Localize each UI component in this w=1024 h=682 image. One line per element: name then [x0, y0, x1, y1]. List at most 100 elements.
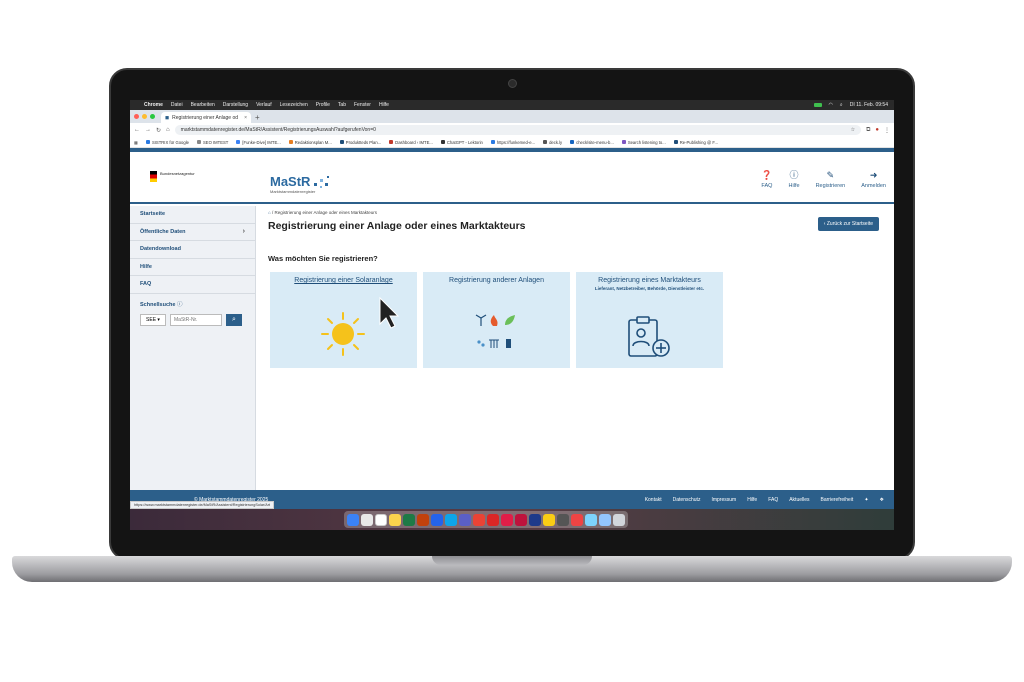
menubar-app[interactable]: Chrome: [144, 102, 163, 108]
launchpad-icon[interactable]: [361, 513, 373, 526]
bookmark-item[interactable]: ChatGPT - Lektorin: [440, 140, 483, 145]
extensions-icon[interactable]: ⧉: [866, 127, 870, 134]
footer-link[interactable]: Aktuelles: [789, 497, 809, 503]
new-tab-icon[interactable]: +: [255, 112, 260, 123]
edit-icon: ✎: [826, 170, 835, 180]
bookmark-item[interactable]: Dashboard ‹ IMTE...: [389, 140, 433, 145]
apps-icon[interactable]: ▦: [134, 140, 138, 145]
url-bar[interactable]: marktstammdatenregister.de/MaStR/Assiste…: [174, 125, 862, 135]
star-icon[interactable]: ☆: [851, 127, 855, 133]
quick-search-button[interactable]: ⌕: [226, 313, 242, 326]
bookmark-item[interactable]: [Funke-Dive] IMTE...: [236, 140, 281, 145]
chrome-icon[interactable]: [473, 513, 485, 526]
menubar-item[interactable]: Darstellung: [223, 102, 248, 108]
browser-tab[interactable]: ◼ Registrierung einer Anlage od ×: [161, 112, 251, 123]
footer-link[interactable]: Barrierefreiheit: [821, 497, 854, 503]
quick-search-type-select[interactable]: SEE ▾: [140, 313, 166, 326]
folder-icon[interactable]: [585, 513, 597, 526]
sidebar-item-datendownload[interactable]: Datendownload: [130, 241, 255, 259]
info-icon[interactable]: ⓘ: [177, 302, 183, 308]
back-to-start-button[interactable]: ‹ Zurück zur Startseite: [817, 217, 879, 231]
footer-link[interactable]: Hilfe: [747, 497, 757, 503]
card-marktakteur[interactable]: Registrierung eines Marktakteurs Liefera…: [576, 272, 723, 368]
sun-icon: [321, 296, 400, 356]
minimize-window-icon[interactable]: [142, 114, 147, 119]
card-solaranlage[interactable]: Registrierung einer Solaranlage: [270, 272, 417, 368]
sidebar-item-startseite[interactable]: Startseite: [130, 206, 255, 224]
bookmark-item[interactable]: Search listening to...: [621, 140, 666, 145]
teams-icon[interactable]: [459, 513, 471, 526]
menubar-datetime[interactable]: DI 11. Feb. 09:54: [850, 102, 888, 108]
reload-icon[interactable]: ↻: [156, 127, 161, 134]
sidebar-item-faq[interactable]: FAQ: [130, 276, 255, 294]
bookmark-item[interactable]: check/site-menu-b...: [570, 140, 614, 145]
indesign-icon[interactable]: [501, 513, 513, 526]
menubar-item[interactable]: Datei: [171, 102, 183, 108]
menu-icon[interactable]: ⋮: [884, 127, 890, 134]
bookmark-item[interactable]: Produktteds Plan...: [339, 140, 381, 145]
photoshop-icon[interactable]: [529, 513, 541, 526]
menubar-item[interactable]: Lesezeichen: [280, 102, 308, 108]
notes-icon[interactable]: [389, 513, 401, 526]
sidebar: Startseite Öffentliche Daten › Datendownl…: [130, 206, 256, 490]
sidebar-item-oeffentliche-daten[interactable]: Öffentliche Daten ›: [130, 224, 255, 241]
footer-link[interactable]: Kontakt: [645, 497, 662, 503]
address-row: ← → ↻ ⌂ marktstammdatenregister.de/MaStR…: [130, 123, 894, 137]
finder-icon[interactable]: [347, 513, 359, 526]
quick-search-input[interactable]: [170, 313, 222, 326]
search-icon[interactable]: ⌕: [840, 102, 843, 108]
menubar-item[interactable]: Bearbeiten: [191, 102, 215, 108]
social-icon[interactable]: ✦: [864, 497, 868, 503]
folder-icon[interactable]: [599, 513, 611, 526]
mac-dock: [344, 511, 628, 528]
back-icon[interactable]: ←: [134, 127, 140, 133]
bookmark-item[interactable]: SISTRIX für Google: [145, 140, 189, 145]
footer-link[interactable]: Impressum: [711, 497, 736, 503]
maximize-window-icon[interactable]: [150, 114, 155, 119]
app-icon[interactable]: [557, 513, 569, 526]
social-icon[interactable]: ❖: [880, 497, 884, 503]
screen: Chrome Datei Bearbeiten Darstellung Verl…: [130, 100, 894, 530]
word-icon[interactable]: [431, 513, 443, 526]
sidebar-item-hilfe[interactable]: Hilfe: [130, 259, 255, 276]
footer-link[interactable]: Datenschutz: [673, 497, 701, 503]
bookmark-item[interactable]: Redaktionsplan M...: [288, 140, 332, 145]
close-tab-icon[interactable]: ×: [244, 115, 247, 121]
camera: [508, 79, 517, 88]
acrobat-icon[interactable]: [487, 513, 499, 526]
home-icon[interactable]: ⌂: [166, 127, 170, 133]
app-icon[interactable]: [571, 513, 583, 526]
card-andere-anlagen[interactable]: Registrierung anderer Anlagen: [423, 272, 570, 368]
menubar-item[interactable]: Hilfe: [379, 102, 389, 108]
forward-icon[interactable]: →: [145, 127, 151, 133]
menubar-item[interactable]: Fenster: [354, 102, 371, 108]
nav-hilfe[interactable]: ⓘ Hilfe: [789, 170, 800, 189]
nav-registrieren[interactable]: ✎ Registrieren: [816, 170, 846, 189]
home-icon[interactable]: ⌂: [268, 210, 271, 215]
powerpoint-icon[interactable]: [417, 513, 429, 526]
battery-icon[interactable]: [813, 103, 822, 107]
calendar-icon[interactable]: [375, 513, 387, 526]
footer-link[interactable]: FAQ: [768, 497, 778, 503]
profile-icon[interactable]: ●: [875, 127, 879, 133]
wifi-icon[interactable]: ◠: [829, 102, 833, 108]
menubar-item[interactable]: Tab: [338, 102, 346, 108]
energy-sources-icon: [475, 314, 515, 348]
bookmark-item[interactable]: deck.ly: [543, 140, 562, 145]
nav-anmelden[interactable]: ➜ Anmelden: [861, 170, 886, 189]
menubar-item[interactable]: Profile: [316, 102, 330, 108]
close-window-icon[interactable]: [134, 114, 139, 119]
bookmark-item[interactable]: https://funkemed-e...: [490, 140, 535, 145]
clipboard-add-user-icon: [628, 316, 670, 357]
app-icon[interactable]: [543, 513, 555, 526]
excel-icon[interactable]: [403, 513, 415, 526]
bookmark-item[interactable]: Re-Publishing @ F...: [673, 140, 718, 145]
outlook-icon[interactable]: [445, 513, 457, 526]
mastr-logo[interactable]: MaStR Marktstammdatenregister: [270, 174, 329, 194]
nav-faq[interactable]: ❓ FAQ: [761, 170, 772, 189]
gov-logo[interactable]: Bundesnetzagentur: [150, 171, 195, 182]
acrobat-pro-icon[interactable]: [515, 513, 527, 526]
menubar-item[interactable]: Verlauf: [256, 102, 272, 108]
trash-icon[interactable]: [613, 513, 625, 526]
bookmark-item[interactable]: SEO IMTEST: [196, 140, 228, 145]
